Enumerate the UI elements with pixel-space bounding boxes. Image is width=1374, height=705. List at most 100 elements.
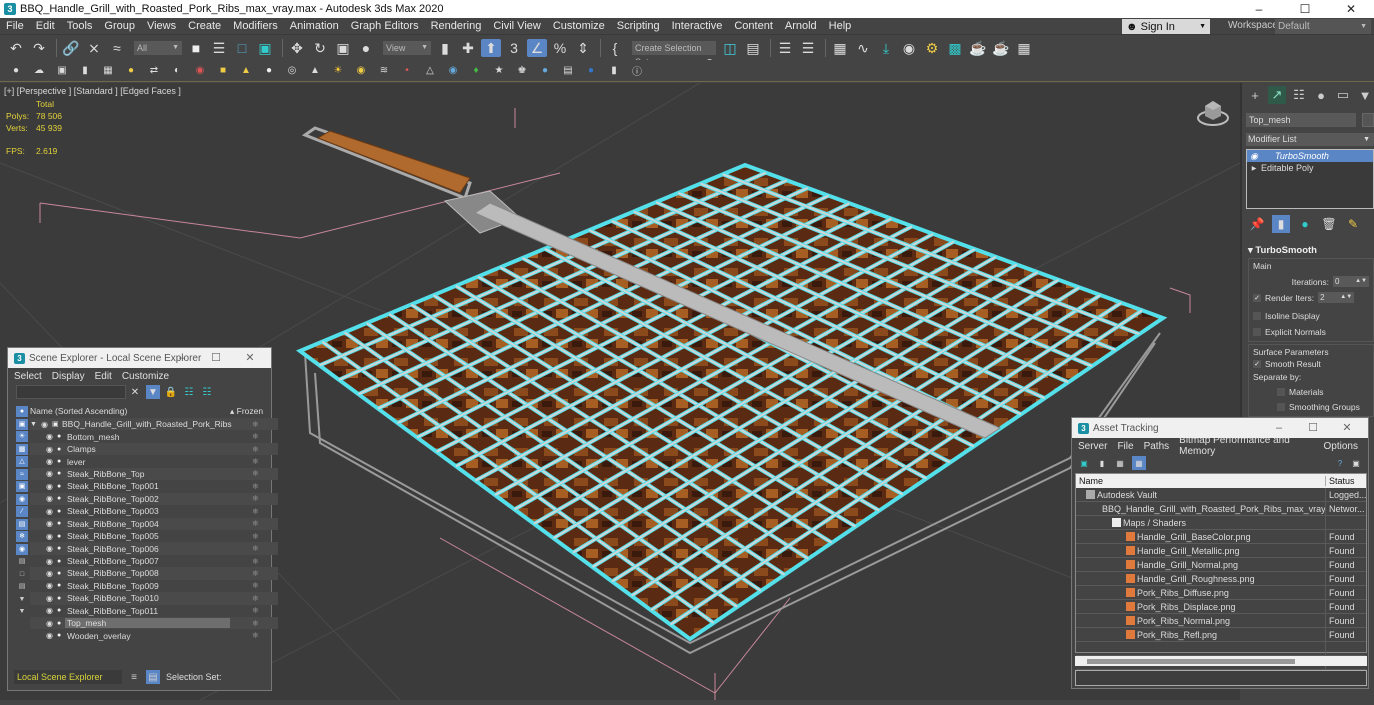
eye-icon[interactable]: ◉ [46, 569, 57, 578]
eye-icon[interactable]: ◉ [46, 631, 57, 640]
bind-space-warp-icon[interactable]: ≈ [107, 39, 127, 57]
menu-options[interactable]: Options [1324, 441, 1358, 452]
viewport-label[interactable]: [+] [Perspective ] [Standard ] [Edged Fa… [4, 86, 181, 96]
object-paint-icon[interactable]: ● [8, 62, 24, 80]
rotate-icon[interactable]: ↻ [310, 39, 330, 57]
menu-animation[interactable]: Animation [284, 20, 345, 32]
asset-row[interactable]: Autodesk Vault Logged... [1076, 487, 1366, 502]
iterations-spinner[interactable]: 0 ▲▼ [1333, 276, 1369, 287]
tree-icon[interactable]: ♦ [468, 62, 484, 80]
column-frozen[interactable]: ▴ Frozen [230, 406, 263, 417]
list-view-icon[interactable]: ▮ [1096, 457, 1108, 469]
character-icon[interactable]: ◉ [192, 62, 208, 80]
asset-row[interactable]: Handle_Grill_Normal.png Found [1076, 557, 1366, 572]
frozen-icon[interactable]: ❄ [252, 507, 259, 516]
isoline-display-checkbox[interactable] [1253, 312, 1261, 320]
display-none-icon[interactable]: □ [16, 569, 28, 580]
eye-icon[interactable]: ◉ [46, 532, 57, 541]
snaps-toggle-icon[interactable]: 3 [504, 39, 524, 57]
align-icon[interactable]: ▤ [743, 39, 763, 57]
frozen-icon[interactable]: ❄ [252, 482, 259, 491]
close-button[interactable]: ✕ [1330, 418, 1364, 438]
unlink-icon[interactable]: ⨯ [84, 39, 104, 57]
minimize-button[interactable]: – [165, 348, 199, 368]
dome-icon[interactable]: ▲ [238, 62, 254, 80]
frozen-icon[interactable]: ❄ [252, 445, 259, 454]
eye-icon[interactable]: ◉ [46, 544, 57, 553]
angle-snap-icon[interactable]: ∠ [527, 39, 547, 57]
stack-item-turbosmooth[interactable]: ◉ TurboSmooth [1247, 150, 1373, 162]
column-status[interactable]: Status [1326, 476, 1355, 486]
menu-file[interactable]: File [0, 20, 30, 32]
maximize-button[interactable]: ☐ [1296, 418, 1330, 438]
minimize-button[interactable]: – [1262, 418, 1296, 438]
workspace-dropdown[interactable]: Default ▼ [1275, 19, 1371, 34]
sign-in-button[interactable]: ☻ Sign In ▼ [1122, 19, 1210, 34]
render-setup-icon[interactable]: ⚙ [922, 39, 942, 57]
smooth-result-checkbox[interactable]: ✓ [1253, 360, 1261, 368]
frozen-icon[interactable]: ❄ [252, 569, 259, 578]
asset-row[interactable]: Handle_Grill_BaseColor.png Found [1076, 529, 1366, 544]
display-hidden-icon[interactable]: ◉ [16, 543, 28, 555]
redo-icon[interactable]: ↷ [29, 39, 49, 57]
display-helpers-icon[interactable]: △ [16, 456, 28, 467]
eye-icon[interactable]: ◉ [46, 619, 57, 628]
display-cameras-icon[interactable]: ▩ [16, 443, 28, 455]
eye-icon[interactable]: ◉ [46, 581, 57, 590]
hair-icon[interactable]: ≋ [376, 62, 392, 80]
menu-paths[interactable]: Paths [1144, 441, 1170, 452]
menu-select[interactable]: Select [14, 371, 42, 382]
particles-icon[interactable]: • [399, 62, 415, 80]
table-icon[interactable]: ▦ [100, 62, 116, 80]
eye-icon[interactable]: ◉ [46, 469, 57, 478]
configure-modifier-sets-icon[interactable]: ✎ [1344, 215, 1362, 233]
frozen-icon[interactable]: ❄ [252, 594, 259, 603]
mirror-icon[interactable]: ◫ [720, 39, 740, 57]
viewcube-icon[interactable] [1195, 98, 1231, 128]
select-by-name-icon[interactable]: ☰ [209, 39, 229, 57]
object-name-field[interactable]: Top_mesh [1246, 113, 1356, 127]
menu-display[interactable]: Display [52, 371, 85, 382]
frozen-icon[interactable]: ❄ [252, 519, 259, 528]
selection-filter-dropdown[interactable]: All ▼ [134, 41, 182, 55]
link-icon[interactable]: 🔗 [61, 39, 81, 57]
place-icon[interactable]: ● [356, 39, 376, 57]
filter-icon[interactable]: ▼ [146, 385, 160, 399]
display-groups-icon[interactable]: ▣ [16, 481, 28, 492]
frozen-icon[interactable]: ❄ [252, 494, 259, 503]
display-containers-icon[interactable]: ▤ [16, 518, 28, 530]
minimize-button[interactable]: – [1236, 0, 1282, 18]
display-geometry-icon[interactable]: ● [16, 406, 28, 417]
cone-icon[interactable]: ▲ [307, 62, 323, 80]
lock-icon[interactable]: 🔒 [164, 385, 178, 399]
menu-server[interactable]: Server [1078, 441, 1107, 452]
select-manipulate-icon[interactable]: ✚ [458, 39, 478, 57]
asset-path-field[interactable] [1075, 670, 1367, 686]
scene-object-row[interactable]: ◉ ● Steak_RibBone_Top ❄ [30, 467, 278, 481]
scene-object-row[interactable]: ◉ ● Steak_RibBone_Top006 ❄ [30, 542, 278, 555]
scene-object-row[interactable]: ◉ ● Steak_RibBone_Top003 ❄ [30, 505, 278, 517]
scene-object-row[interactable]: ◉ ● Steak_RibBone_Top009 ❄ [30, 580, 278, 592]
settings-icon[interactable]: ▣ [1350, 457, 1362, 469]
table-view-icon[interactable]: ▦ [1114, 457, 1126, 469]
menu-edit[interactable]: Edit [30, 20, 61, 32]
maximize-button[interactable]: ☐ [199, 348, 233, 368]
modify-tab-icon[interactable]: ↗ [1268, 86, 1286, 104]
menu-help[interactable]: Help [823, 20, 858, 32]
asset-row[interactable]: Maps / Shaders [1076, 515, 1366, 530]
select-object-icon[interactable]: ■ [186, 39, 206, 57]
rollout-header[interactable]: ▾ TurboSmooth [1248, 245, 1374, 256]
bone-icon[interactable]: ⇄ [146, 62, 162, 80]
eye-icon[interactable]: ◉ [1247, 151, 1261, 162]
explicit-normals-checkbox[interactable] [1253, 328, 1261, 336]
materials-checkbox[interactable] [1277, 388, 1285, 396]
make-unique-icon[interactable]: ● [1296, 215, 1314, 233]
frozen-icon[interactable]: ❄ [252, 631, 259, 640]
help-icon[interactable]: ? [1334, 457, 1346, 469]
undo-icon[interactable]: ↶ [6, 39, 26, 57]
stats-icon[interactable]: ▮ [606, 62, 622, 80]
render-iters-checkbox[interactable]: ✓ [1253, 293, 1261, 302]
display-all-icon[interactable]: ▤ [16, 556, 28, 567]
spinner-snap-icon[interactable]: ⇕ [573, 39, 593, 57]
help-icon[interactable]: ⓘ [629, 62, 645, 80]
